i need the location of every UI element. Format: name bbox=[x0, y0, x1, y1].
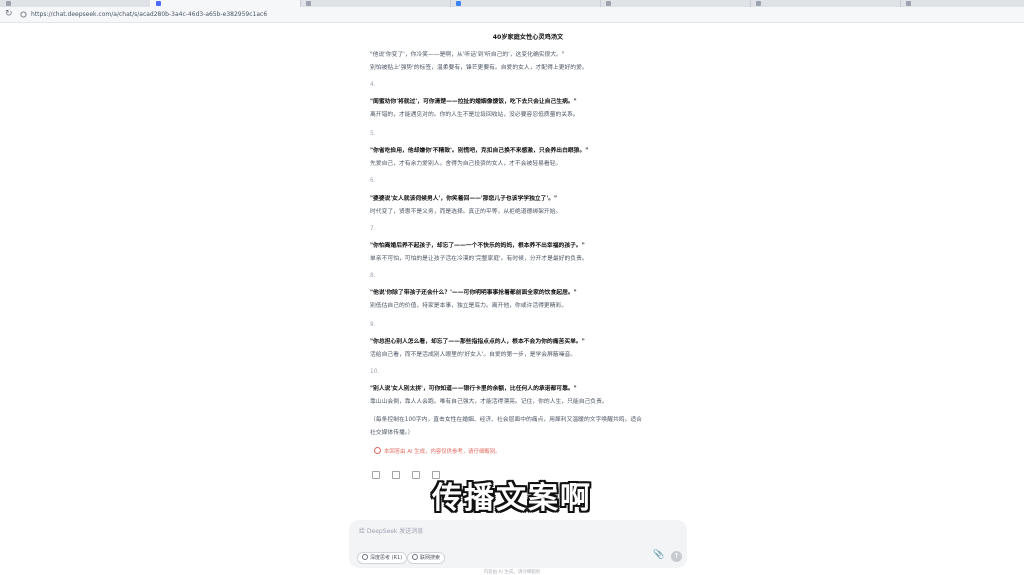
globe-icon bbox=[412, 554, 418, 560]
ai-disclaimer-text: 本回答由 AI 生成，内容仅供参考，请仔细甄别。 bbox=[384, 449, 501, 455]
article-line-bold: "他说'你除了带孩子还会什么？'——可你明明事事抢着都前面全家的饮食起居。" bbox=[370, 290, 577, 296]
warning-icon bbox=[374, 447, 381, 454]
article-line-bold: "你省吃俭用，他却嫌你'不精致'。别慌吧，克扣自己换不来感激，只会养出白眼狼。" bbox=[370, 148, 589, 154]
article-line-body: "他说'你变了'，你冷笑——是啊，从'听话'到'听自己的'，这变化确实很大。" bbox=[370, 52, 565, 58]
send-button[interactable]: ↑ bbox=[671, 551, 682, 562]
article-line-note: （每条控制在100字内，直击女性在婚姻、经济、社会层面中的痛点，用犀利又温暖的文… bbox=[370, 417, 642, 423]
article-line-body: 靠山山会倒，靠人人会跑。唯有自己强大，才能活得漂亮。记住，你的人生，只能自己负责… bbox=[370, 399, 608, 405]
video-subtitle: 传播文案啊 bbox=[432, 481, 592, 516]
article-line-num: 7. bbox=[370, 226, 376, 232]
article-line-num: 9. bbox=[370, 322, 376, 328]
article-line-num: 10. bbox=[370, 369, 380, 375]
article-line-note: 社交媒体传播。） bbox=[370, 430, 414, 436]
message-input-placeholder[interactable]: 给 DeepSeek 发送消息 bbox=[359, 526, 423, 535]
deepthink-label: 深度思考 (R1) bbox=[370, 555, 403, 561]
article-line-num: 5. bbox=[370, 131, 376, 137]
article-line-body: 先爱自己，才有余力爱别人。舍得为自己投资的女人，才不会被轻易看轻。 bbox=[370, 161, 562, 167]
browser-tab[interactable] bbox=[450, 0, 601, 7]
web-search-toggle[interactable]: 联网搜索 bbox=[407, 552, 446, 564]
article-line-bold: "闺蜜劝你'将就过'，可你清楚——拉扯的婚姻像馊饭，吃下去只会让自己生病。" bbox=[370, 99, 577, 105]
article-line-bold: "别人说'女人别太拼'，可你知道——银行卡里的余额，比任何人的承诺都可靠。" bbox=[370, 386, 577, 392]
ai-disclaimer: 本回答由 AI 生成，内容仅供参考，请仔细甄别。 bbox=[374, 447, 501, 455]
tab-favicon-icon bbox=[606, 1, 611, 6]
tab-favicon-icon bbox=[906, 1, 911, 6]
tab-favicon-icon bbox=[6, 1, 11, 6]
article-line-body: 单亲不可怕，可怕的是让孩子活在冷漠的'完整家庭'。有时候，分开才是最好的负责。 bbox=[370, 256, 588, 262]
article-line-body: 别怕被贴上'强势'的标签，温柔要有，锋芒更要有。自爱的女人，才配得上更好的爱。 bbox=[370, 65, 588, 71]
article-line-body: 别低估自己的价值，持家是本事，独立是底力。离开他，你或许活得更精彩。 bbox=[370, 303, 568, 309]
browser-tab[interactable] bbox=[750, 0, 901, 7]
deepthink-toggle[interactable]: 深度思考 (R1) bbox=[357, 552, 408, 564]
article-line-body: 时代变了，贤惠不是义务，而是选择。真正的平等，从拒绝道德绑架开始。 bbox=[370, 209, 562, 215]
message-composer[interactable]: 给 DeepSeek 发送消息 深度思考 (R1) 联网搜索 📎 ↑ bbox=[349, 520, 687, 568]
browser-tab[interactable] bbox=[0, 0, 151, 7]
article-line-num: 4. bbox=[370, 82, 376, 88]
tab-favicon-icon bbox=[756, 1, 761, 6]
deepseek-favicon-icon bbox=[156, 1, 161, 6]
refresh-icon[interactable]: ↻ bbox=[5, 9, 13, 20]
article-line-body: 离开错的，才能遇见对的。你的人生不是垃圾回收站，没必要容忍低质量的关系。 bbox=[370, 112, 579, 118]
browser-tabbar bbox=[0, 0, 1024, 7]
browser-tab[interactable] bbox=[300, 0, 451, 7]
browser-tab[interactable] bbox=[900, 0, 1024, 7]
article-title: 40岁家庭女性心灵鸡汤文 bbox=[492, 34, 564, 41]
address-bar[interactable]: https://chat.deepseek.com/a/chat/s/acad2… bbox=[20, 10, 1010, 20]
browser-tab-active[interactable] bbox=[150, 0, 301, 7]
article-line-num: 8. bbox=[370, 273, 376, 279]
browser-toolbar: ↻ https://chat.deepseek.com/a/chat/s/aca… bbox=[0, 7, 1024, 23]
url-text: https://chat.deepseek.com/a/chat/s/acad2… bbox=[31, 11, 268, 18]
article-line-body: 活给自己看，而不是活成别人眼里的'好女人'。自爱的第一步，是学会屏蔽噪音。 bbox=[370, 352, 577, 358]
article-line-bold: "你怕离婚后养不起孩子，却忘了——一个不快乐的妈妈，根本养不出幸福的孩子。" bbox=[370, 243, 585, 249]
web-search-label: 联网搜索 bbox=[420, 555, 441, 561]
deepthink-icon bbox=[362, 554, 368, 560]
article-line-num: 6. bbox=[370, 178, 376, 184]
article-line-bold: "你总担心别人怎么看，却忘了——那些指指点点的人，根本不会为你的痛苦买单。" bbox=[370, 339, 585, 345]
site-info-icon[interactable] bbox=[20, 11, 27, 18]
footer-note: 内容由 AI 生成，请仔细甄别 bbox=[483, 570, 541, 575]
tab-favicon-icon bbox=[456, 1, 461, 6]
article-line-bold: "婆婆说'女人就该伺候男人'，你笑着回——'那您儿子也该学学独立了'。" bbox=[370, 196, 558, 202]
browser-tab[interactable] bbox=[600, 0, 751, 7]
tab-favicon-icon bbox=[306, 1, 311, 6]
attach-icon[interactable]: 📎 bbox=[653, 550, 664, 560]
